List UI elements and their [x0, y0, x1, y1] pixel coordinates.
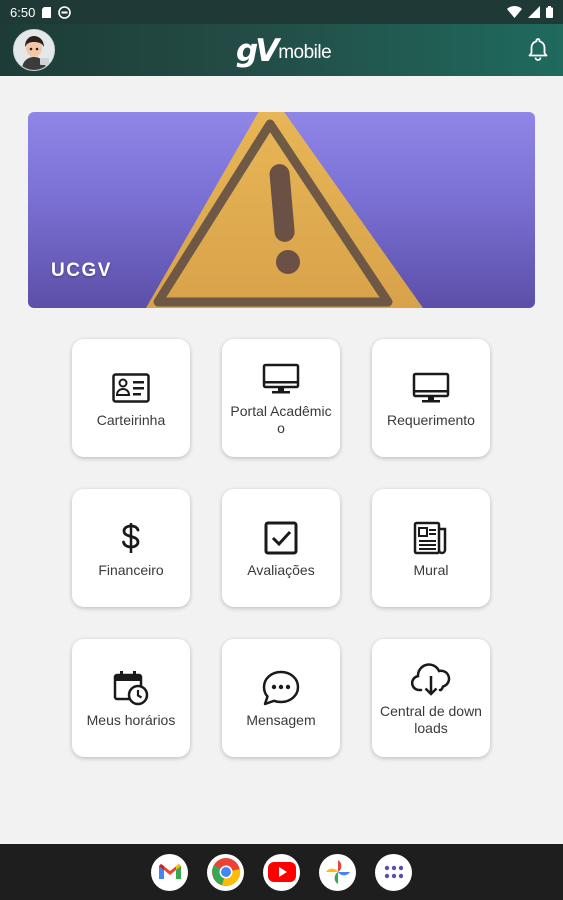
app-drawer-icon [384, 865, 403, 879]
bell-icon[interactable] [527, 37, 549, 61]
gmail-icon [158, 864, 181, 879]
tile-label: Mural [413, 561, 449, 578]
battery-icon [546, 6, 553, 18]
monitor-icon [262, 363, 300, 394]
tile-financeiro[interactable]: Financeiro [72, 489, 190, 607]
tile-label: Carteirinha [96, 411, 166, 428]
tile-carteirinha[interactable]: Carteirinha [72, 339, 190, 457]
tile-mensagem[interactable]: Mensagem [222, 639, 340, 757]
app-header: gV mobile [0, 24, 563, 76]
monitor-icon [412, 372, 450, 402]
tile-label: Financeiro [98, 561, 164, 578]
tile-mural[interactable]: Mural [372, 489, 490, 607]
chat-bubble-icon [262, 670, 300, 705]
status-time: 6:50 [10, 4, 36, 20]
chrome-icon [211, 858, 240, 886]
tile-portal-academico[interactable]: Portal Acadêmico [222, 339, 340, 457]
media-icon [58, 5, 72, 19]
tile-meus-horarios[interactable]: Meus horários [72, 639, 190, 757]
tile-label: Avaliações [247, 561, 315, 578]
banner-title: UCGV [51, 260, 112, 281]
avatar[interactable] [13, 29, 55, 71]
tile-requerimento[interactable]: Requerimento [372, 339, 490, 457]
dollar-icon [122, 522, 140, 553]
newspaper-icon [413, 521, 447, 554]
youtube-app[interactable] [263, 853, 300, 891]
tile-label: Mensagem [246, 711, 316, 728]
wifi-icon [507, 6, 522, 18]
tile-central-de-downloads[interactable]: Central de downloads [372, 639, 490, 757]
checkbox-icon [264, 521, 298, 554]
gmail-app[interactable] [151, 853, 188, 891]
tile-label: Requerimento [387, 411, 475, 428]
sd-card-icon [42, 6, 52, 18]
app-logo: gV mobile [236, 32, 332, 69]
app-drawer[interactable] [375, 853, 412, 891]
cloud-download-icon [410, 663, 451, 696]
photos-icon [325, 860, 350, 884]
logo-word: mobile [278, 42, 332, 63]
calendar-clock-icon [113, 670, 149, 705]
photos-app[interactable] [319, 853, 356, 891]
logo-mark: gV [236, 33, 279, 69]
user-avatar-icon [14, 30, 54, 70]
tile-label: Portal Acadêmico [230, 403, 332, 436]
chrome-app[interactable] [207, 853, 244, 891]
signal-icon [528, 6, 540, 18]
tile-label: Meus horários [86, 711, 176, 728]
news-banner[interactable]: UCGV [28, 112, 535, 308]
dock-bar [0, 844, 563, 900]
tile-avaliacoes[interactable]: Avaliações [222, 489, 340, 607]
id-card-icon [112, 372, 150, 403]
status-bar: 6:50 [0, 0, 563, 24]
tile-label: Central de downloads [380, 703, 482, 736]
youtube-icon [267, 862, 296, 882]
